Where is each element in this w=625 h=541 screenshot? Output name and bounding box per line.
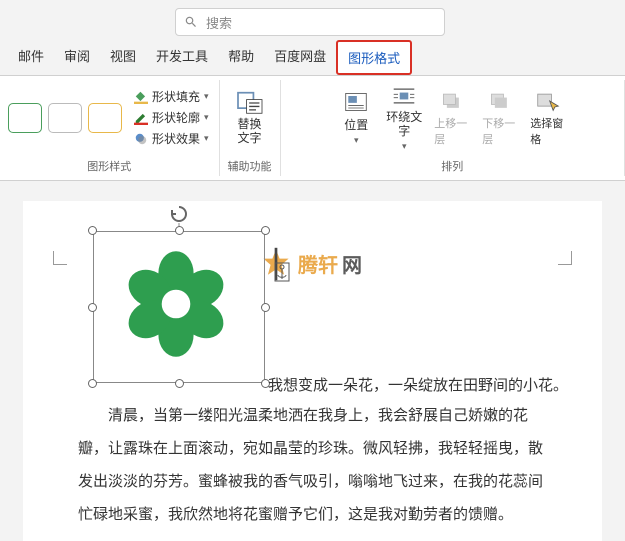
tab-view[interactable]: 视图: [100, 40, 146, 75]
flower-shape[interactable]: [121, 249, 231, 359]
resize-handle-mr[interactable]: [261, 303, 270, 312]
alt-text-icon: [236, 91, 264, 115]
text-line-1[interactable]: 我想变成一朵花，一朵绽放在田野间的小花。: [268, 374, 568, 395]
wrap-text-button[interactable]: 环绕文 字▾: [382, 82, 426, 154]
search-placeholder: 搜索: [206, 13, 232, 32]
selected-shape[interactable]: [93, 231, 265, 383]
chevron-down-icon: ▾: [204, 133, 209, 144]
effects-icon: [134, 132, 148, 146]
chevron-down-icon: ▾: [204, 91, 209, 102]
group-label-shape-styles: 图形样式: [87, 156, 131, 176]
ribbon: 形状填充▾ 形状轮廓▾ 形状效果▾ 图形样式 替换 文字 辅助功能: [0, 76, 625, 181]
tab-dev-tools[interactable]: 开发工具: [146, 40, 218, 75]
selection-pane-button[interactable]: 选择窗格: [526, 87, 570, 149]
group-label-arrange: 排列: [441, 156, 463, 176]
tab-review[interactable]: 审阅: [54, 40, 100, 75]
send-backward-icon: [486, 89, 514, 113]
position-button[interactable]: 位置▾: [334, 88, 378, 148]
chevron-down-icon: ▾: [354, 135, 359, 146]
anchor-icon: [273, 261, 291, 283]
tab-shape-format[interactable]: 图形格式: [336, 40, 412, 75]
group-label-accessibility: 辅助功能: [228, 156, 272, 176]
resize-handle-tm[interactable]: [175, 226, 184, 235]
bring-forward-icon: [438, 89, 466, 113]
margin-corner-tr: [558, 251, 572, 265]
search-icon: [184, 15, 198, 29]
resize-handle-tl[interactable]: [88, 226, 97, 235]
chevron-down-icon: ▾: [204, 112, 209, 123]
resize-handle-bl[interactable]: [88, 379, 97, 388]
search-box[interactable]: 搜索: [175, 8, 445, 36]
position-icon: [342, 90, 370, 114]
shape-preset-2[interactable]: [48, 103, 82, 133]
tab-help[interactable]: 帮助: [218, 40, 264, 75]
ribbon-tabs: 邮件 审阅 视图 开发工具 帮助 百度网盘 图形格式: [0, 40, 625, 76]
shape-fill-button[interactable]: 形状填充▾: [132, 87, 211, 106]
pen-icon: [134, 111, 148, 125]
wrap-text-icon: [390, 84, 418, 108]
shape-outline-button[interactable]: 形状轮廓▾: [132, 108, 211, 127]
group-shape-styles: 形状填充▾ 形状轮廓▾ 形状效果▾ 图形样式: [0, 80, 220, 176]
alt-text-button[interactable]: 替换 文字: [228, 89, 272, 148]
group-arrange: 位置▾ 环绕文 字▾ 上移一层 下移一层 选择窗格 排列: [281, 80, 625, 176]
shape-preset-1[interactable]: [8, 103, 42, 133]
paragraph-1[interactable]: 清晨，当第一缕阳光温柔地洒在我身上，我会舒展自己娇嫩的花瓣，让露珠在上面滚动，宛…: [78, 399, 547, 531]
document-area[interactable]: 腾轩网: [0, 181, 625, 541]
shape-preset-3[interactable]: [88, 103, 122, 133]
shape-style-gallery[interactable]: [8, 103, 122, 133]
resize-handle-bm[interactable]: [175, 379, 184, 388]
bring-forward-button[interactable]: 上移一层: [430, 87, 474, 149]
resize-handle-tr[interactable]: [261, 226, 270, 235]
tab-mail[interactable]: 邮件: [8, 40, 54, 75]
margin-corner-tl: [53, 251, 67, 265]
send-backward-button[interactable]: 下移一层: [478, 87, 522, 149]
page[interactable]: 腾轩网: [23, 201, 602, 541]
shape-effects-button[interactable]: 形状效果▾: [132, 129, 211, 148]
group-accessibility: 替换 文字 辅助功能: [220, 80, 281, 176]
tab-baidu-netdisk[interactable]: 百度网盘: [264, 40, 336, 75]
chevron-down-icon: ▾: [402, 141, 407, 152]
paint-bucket-icon: [134, 90, 148, 104]
resize-handle-ml[interactable]: [88, 303, 97, 312]
selection-pane-icon: [534, 89, 562, 113]
